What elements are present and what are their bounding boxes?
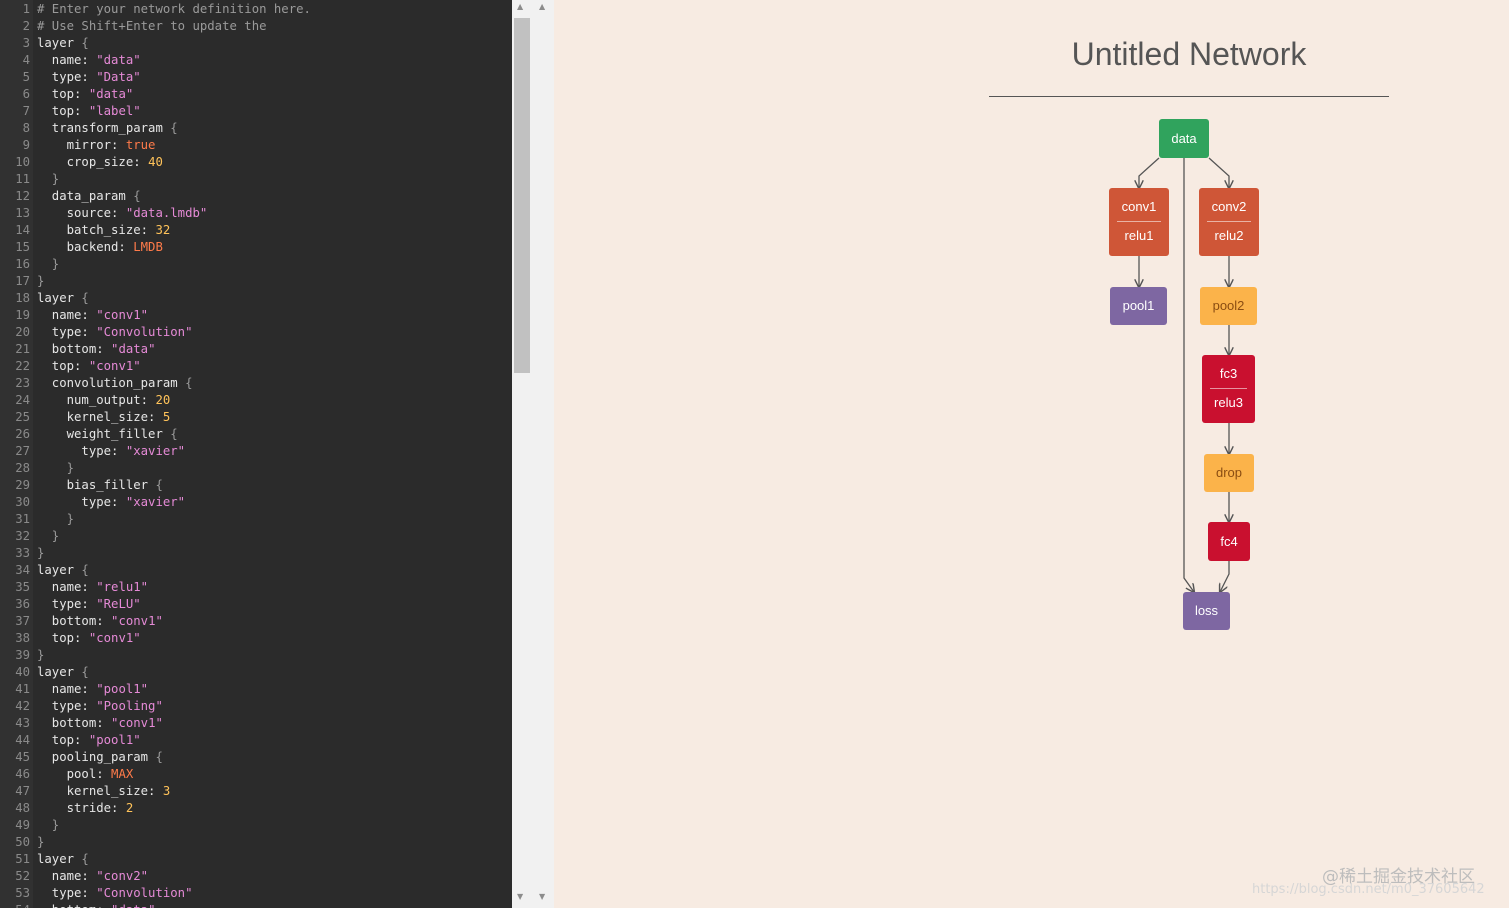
node-separator xyxy=(1207,221,1251,222)
node-label: pool1 xyxy=(1122,298,1155,313)
node-label: fc3 xyxy=(1219,366,1238,381)
edge-fc4-loss xyxy=(1220,561,1230,592)
node-separator xyxy=(1210,388,1247,389)
node-label: conv2 xyxy=(1211,199,1247,214)
watermark-url: https://blog.csdn.net/m0_37605642 xyxy=(1252,882,1485,897)
node-label: pool2 xyxy=(1212,298,1245,313)
node-fc4[interactable]: fc4 xyxy=(1208,522,1250,561)
node-conv1[interactable]: conv1 relu1 xyxy=(1109,188,1169,256)
node-fc3[interactable]: fc3 relu3 xyxy=(1202,355,1255,423)
node-label: drop xyxy=(1215,465,1243,480)
node-label: loss xyxy=(1194,603,1219,618)
edge-data-loss xyxy=(1183,158,1194,592)
node-pool2[interactable]: pool2 xyxy=(1200,287,1257,325)
edge-data-conv1 xyxy=(1139,157,1160,188)
network-graph xyxy=(0,157,1509,908)
node-label: relu1 xyxy=(1124,228,1154,243)
node-pool1[interactable]: pool1 xyxy=(1110,287,1167,325)
node-label: conv1 xyxy=(1121,199,1157,214)
node-drop[interactable]: drop xyxy=(1204,454,1254,492)
edge-data-conv2 xyxy=(1208,157,1229,188)
node-label: relu3 xyxy=(1214,395,1243,410)
node-conv2[interactable]: conv2 relu2 xyxy=(1199,188,1259,256)
node-label: relu2 xyxy=(1214,228,1244,243)
node-loss[interactable]: loss xyxy=(1183,592,1230,630)
node-label: fc4 xyxy=(1220,534,1238,549)
node-data[interactable]: data xyxy=(1159,119,1209,158)
node-separator xyxy=(1117,221,1161,222)
node-label: data xyxy=(1171,131,1197,146)
